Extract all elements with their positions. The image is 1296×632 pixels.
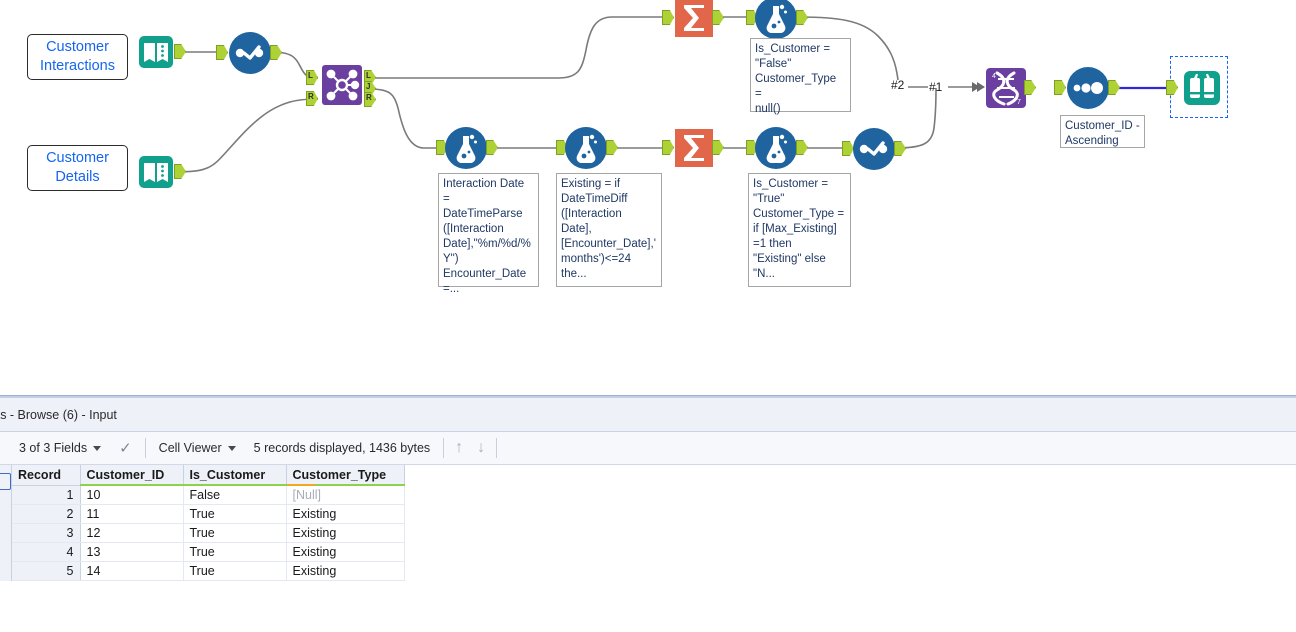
cell-is-customer[interactable]: True xyxy=(183,542,287,562)
join-icon xyxy=(322,65,362,105)
join-output-label-j: J xyxy=(366,82,371,91)
input-label-customer-details[interactable]: Customer Details xyxy=(27,145,128,191)
table-row[interactable]: 2 11 True Existing xyxy=(12,504,405,524)
results-titlebar[interactable]: ults - Browse (6) - Input xyxy=(0,398,1296,432)
formula-icon xyxy=(754,0,798,40)
grid-corner-selector[interactable] xyxy=(0,473,11,490)
workflow-canvas[interactable]: Customer Interactions Customer Details L… xyxy=(0,0,1296,395)
cell-customer-id[interactable]: 11 xyxy=(80,504,184,524)
formula-icon xyxy=(754,126,798,170)
chevron-down-icon xyxy=(227,445,236,451)
record-count-label: 5 records displayed, 1436 bytes xyxy=(253,441,431,455)
join-input-label-r: R xyxy=(308,92,314,101)
check-icon: ✓ xyxy=(119,439,132,457)
cell-record[interactable]: 4 xyxy=(12,542,81,562)
cell-record[interactable]: 2 xyxy=(12,504,81,524)
sort-icon xyxy=(1066,66,1110,110)
results-title: ults - Browse (6) - Input xyxy=(0,407,117,422)
summarize-icon xyxy=(675,129,713,167)
connection-label-2: #2 xyxy=(891,78,905,92)
browse-icon xyxy=(1180,66,1224,110)
cell-customer-id[interactable]: 14 xyxy=(80,561,184,581)
connection-label-1: #1 xyxy=(929,80,943,94)
join-input-label-l: L xyxy=(308,71,313,80)
svg-text:4: 4 xyxy=(992,73,996,80)
cell-record[interactable]: 1 xyxy=(12,485,81,505)
cell-customer-type[interactable]: Existing xyxy=(286,561,405,581)
formula-icon xyxy=(564,126,608,170)
cell-is-customer[interactable]: True xyxy=(183,523,287,543)
cell-is-customer[interactable]: False xyxy=(183,485,287,505)
cell-customer-type[interactable]: Existing xyxy=(286,523,405,543)
grid-header-row: Record Customer_ID Is_Customer Customer_… xyxy=(12,465,405,486)
cell-customer-type[interactable]: Existing xyxy=(286,542,405,562)
cell-record[interactable]: 3 xyxy=(12,523,81,543)
tool-join[interactable]: L R L J R xyxy=(306,63,376,112)
results-toolbar[interactable]: 3 of 3 Fields ✓ Cell Viewer 5 records di… xyxy=(0,432,1296,465)
annotation-sort: Customer_ID - Ascending xyxy=(1060,115,1145,148)
join-output-label-l: L xyxy=(366,71,371,80)
viewer-label: Cell Viewer xyxy=(158,441,222,455)
toolbar-divider xyxy=(144,438,146,458)
annotation-formula-is-customer-true: Is_Customer = "True" Customer_Type = if … xyxy=(748,173,851,287)
cell-customer-id[interactable]: 10 xyxy=(80,485,184,505)
input-data-icon xyxy=(134,150,178,194)
arrow-up-icon[interactable]: ↑ xyxy=(448,439,470,457)
grid-body: 1 10 False [Null] 2 11 True Existing 3 12 True Exis… xyxy=(12,485,405,581)
cell-customer-type[interactable]: [Null] xyxy=(286,485,405,505)
cell-customer-id[interactable]: 13 xyxy=(80,542,184,562)
cell-is-customer[interactable]: True xyxy=(183,504,287,524)
column-header-customer-id[interactable]: Customer_ID xyxy=(80,465,184,486)
summarize-icon xyxy=(675,0,713,37)
tool-union[interactable]: 4 7 xyxy=(984,66,1036,115)
annotation-formula-interaction-date: Interaction Date = DateTimeParse ([Inter… xyxy=(438,173,539,295)
toolbar-divider xyxy=(443,438,445,458)
join-output-label-r: R xyxy=(366,93,372,102)
cell-customer-type[interactable]: Existing xyxy=(286,504,405,524)
annotation-formula-existing: Existing = if DateTimeDiff ([Interaction… xyxy=(556,173,662,287)
apply-fields-button[interactable]: ✓ xyxy=(110,435,141,461)
column-header-customer-type[interactable]: Customer_Type xyxy=(286,465,405,486)
results-panel: ults - Browse (6) - Input 3 of 3 Fields … xyxy=(0,395,1296,632)
cell-is-customer[interactable]: True xyxy=(183,561,287,581)
select-icon xyxy=(228,31,272,75)
fields-label: 3 of 3 Fields xyxy=(19,441,88,455)
tool-summarize-bottom[interactable] xyxy=(662,126,724,175)
annotation-formula-is-customer-false: Is_Customer = "False" Customer_Type = nu… xyxy=(750,38,851,115)
table-row[interactable]: 1 10 False [Null] xyxy=(12,485,405,505)
toolbar-divider xyxy=(496,438,498,458)
table-row[interactable]: 3 12 True Existing xyxy=(12,523,405,543)
cell-record[interactable]: 5 xyxy=(12,561,81,581)
union-icon: 4 7 xyxy=(986,68,1026,108)
arrow-down-icon[interactable]: ↓ xyxy=(470,439,492,457)
chevron-down-icon xyxy=(93,445,102,451)
svg-text:7: 7 xyxy=(1017,99,1021,106)
viewer-selector[interactable]: Cell Viewer xyxy=(150,435,245,461)
select-icon xyxy=(852,127,896,171)
tool-summarize-top[interactable] xyxy=(662,0,724,45)
fields-selector[interactable]: 3 of 3 Fields xyxy=(10,435,110,461)
input-label-customer-interactions[interactable]: Customer Interactions xyxy=(27,34,128,80)
cell-customer-id[interactable]: 12 xyxy=(80,523,184,543)
input-data-icon xyxy=(134,30,178,74)
table-row[interactable]: 4 13 True Existing xyxy=(12,542,405,562)
column-header-record[interactable]: Record xyxy=(12,465,81,486)
column-header-is-customer[interactable]: Is_Customer xyxy=(183,465,287,486)
formula-icon xyxy=(444,126,488,170)
table-row[interactable]: 5 14 True Existing xyxy=(12,561,405,581)
results-grid[interactable]: Record Customer_ID Is_Customer Customer_… xyxy=(12,465,405,581)
